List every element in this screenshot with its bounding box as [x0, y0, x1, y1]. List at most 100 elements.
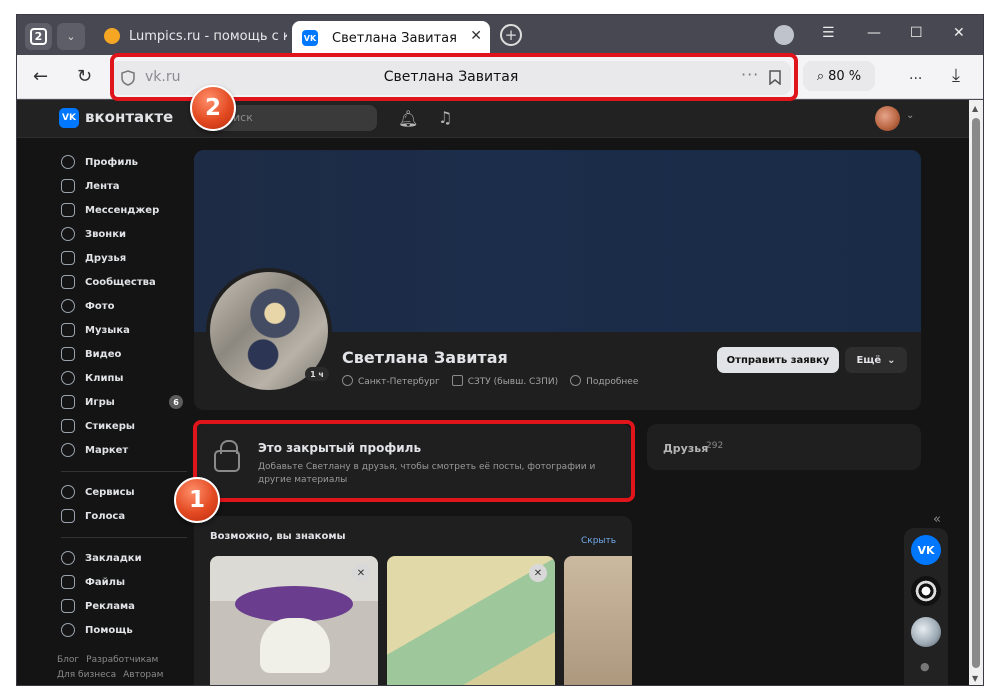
footer-business-link[interactable]: Для бизнеса [57, 670, 116, 680]
bell-icon[interactable]: 🔔︎ [398, 109, 418, 128]
sidebar-item[interactable]: Стикеры [61, 414, 191, 438]
vk-header: VK вконтакте иск 🔔︎ ♫ ⌄ [17, 100, 969, 138]
scroll-up-icon[interactable]: ▲ [972, 104, 978, 113]
more-actions-button[interactable]: Ещё ⌄ [845, 347, 907, 373]
back-arrow-icon[interactable]: ← [33, 67, 48, 87]
sidebar-item[interactable]: Помощь [61, 618, 191, 642]
suggested-friend-card[interactable]: ✕ [387, 556, 555, 685]
tab-lumpics[interactable]: Lumpics.ru - помощь с ко [94, 21, 287, 51]
friends-card[interactable]: Друзья 292 [647, 424, 921, 470]
sidebar-item-label: Звонки [85, 228, 127, 240]
sidebar-footer: Блог Разработчикам Для бизнеса Авторам [57, 653, 197, 683]
vk-brand[interactable]: вконтакте [85, 108, 173, 126]
lumpics-favicon-icon [104, 28, 120, 44]
dismiss-icon[interactable]: ✕ [529, 564, 547, 582]
browser-window: 2 ⌄ Lumpics.ru - помощь с ко VK Светлана… [16, 14, 984, 686]
games-icon [61, 395, 75, 409]
hide-suggestions-link[interactable]: Скрыть [581, 536, 616, 546]
feed-icon [61, 179, 75, 193]
scroll-down-icon[interactable]: ▼ [972, 674, 978, 683]
tab-counter-button[interactable]: 2 [25, 23, 52, 50]
sidebar-item-label: Помощь [85, 624, 133, 636]
sidebar-item[interactable]: Звонки [61, 222, 191, 246]
sidebar-item[interactable]: Голоса [61, 504, 191, 528]
sidebar-item-label: Мессенджер [85, 204, 160, 216]
chat-icon[interactable]: ● [920, 660, 930, 673]
vk-search-input[interactable]: иск [213, 105, 377, 131]
sidebar-item[interactable]: Закладки [61, 546, 191, 570]
more-button[interactable]: ... [909, 67, 922, 83]
sidebar-item[interactable]: Мессенджер [61, 198, 191, 222]
send-request-button[interactable]: Отправить заявку [717, 347, 839, 373]
sidebar-item[interactable]: Реклама [61, 594, 191, 618]
tab-list-chevron-icon[interactable]: ⌄ [57, 23, 85, 50]
download-icon[interactable]: ⤓ [952, 65, 960, 86]
dismiss-icon[interactable]: ✕ [352, 564, 370, 582]
tab-vk-profile[interactable]: VK Светлана Завитая ✕ [292, 21, 490, 55]
sidebar-count-badge: 6 [169, 395, 183, 409]
sidebar-item[interactable]: Видео [61, 342, 191, 366]
sidebar-item[interactable]: Лента [61, 174, 191, 198]
help-icon [61, 623, 75, 637]
reload-icon[interactable]: ↻ [77, 67, 92, 87]
services-icon [61, 485, 75, 499]
sidebar-item-label: Друзья [85, 252, 127, 264]
sidebar-item[interactable]: Клипы [61, 366, 191, 390]
sidebar-item-label: Видео [85, 348, 122, 360]
zoom-button[interactable]: ⌕ 80 % [803, 61, 875, 91]
friends-icon [61, 251, 75, 265]
stickers-icon [61, 419, 75, 433]
sidebar-item-label: Закладки [85, 552, 142, 564]
minimize-icon[interactable]: — [867, 25, 881, 41]
maximize-icon[interactable]: ☐ [910, 25, 923, 41]
vk-logo-icon[interactable]: VK [59, 108, 79, 128]
annotation-badge: 1 [174, 477, 220, 523]
rail-avatar[interactable] [911, 576, 941, 606]
photo-icon [61, 299, 75, 313]
sidebar-item-label: Сообщества [85, 276, 156, 288]
suggested-friend-card[interactable]: ✕ [210, 556, 378, 685]
sidebar-item-label: Профиль [85, 156, 138, 168]
friends-label: Друзья [663, 442, 709, 455]
scroll-thumb[interactable] [972, 118, 980, 668]
info-icon [570, 375, 582, 386]
sidebar-item[interactable]: Игры 6 [61, 390, 191, 414]
music-note-icon[interactable]: ♫ [438, 108, 452, 127]
sidebar-item[interactable]: Маркет [61, 438, 191, 462]
sidebar-item[interactable]: Сообщества [61, 270, 191, 294]
menu-icon[interactable]: ☰ [822, 25, 835, 41]
tab-title: Светлана Завитая [332, 30, 457, 46]
suggested-friend-card[interactable] [564, 556, 632, 685]
user-avatar[interactable] [875, 106, 900, 131]
page-scrollbar[interactable]: ▲ ▼ [969, 100, 983, 685]
vk-app-icon[interactable]: VK [911, 535, 941, 565]
sidebar-item-label: Игры [85, 396, 115, 408]
sidebar-divider [61, 471, 187, 472]
suggested-friends-block: Возможно, вы знакомы Скрыть ✕ ✕ [194, 516, 632, 685]
close-tab-icon[interactable]: ✕ [470, 28, 482, 44]
sidebar-item-label: Клипы [85, 372, 124, 384]
footer-dev-link[interactable]: Разработчикам [86, 655, 158, 665]
sidebar-item[interactable]: Фото [61, 294, 191, 318]
sidebar-divider [61, 537, 187, 538]
tab-title: Lumpics.ru - помощь с ко [129, 28, 287, 44]
rail-avatar[interactable] [911, 617, 941, 647]
new-tab-button[interactable]: + [500, 24, 522, 46]
messenger-icon [61, 203, 75, 217]
sidebar-item[interactable]: Профиль [61, 150, 191, 174]
footer-blog-link[interactable]: Блог [57, 655, 79, 665]
browser-profile-avatar[interactable] [774, 25, 794, 45]
zoom-search-icon: ⌕ [816, 68, 825, 84]
footer-authors-link[interactable]: Авторам [123, 670, 163, 680]
profile-details-link[interactable]: Подробнее [570, 375, 638, 387]
chevron-down-icon[interactable]: ⌄ [906, 110, 914, 121]
sidebar-item[interactable]: Сервисы [61, 480, 191, 504]
sidebar-item[interactable]: Друзья [61, 246, 191, 270]
sidebar-item-label: Маркет [85, 444, 129, 456]
left-sidebar: Профиль Лента Мессенджер Звонки Друзья Сообще… [61, 150, 191, 642]
chevron-down-icon: ⌄ [887, 354, 896, 366]
close-window-icon[interactable]: ✕ [953, 25, 965, 41]
sidebar-item[interactable]: Файлы [61, 570, 191, 594]
sidebar-item[interactable]: Музыка [61, 318, 191, 342]
collapse-rail-icon[interactable]: « [933, 512, 941, 527]
